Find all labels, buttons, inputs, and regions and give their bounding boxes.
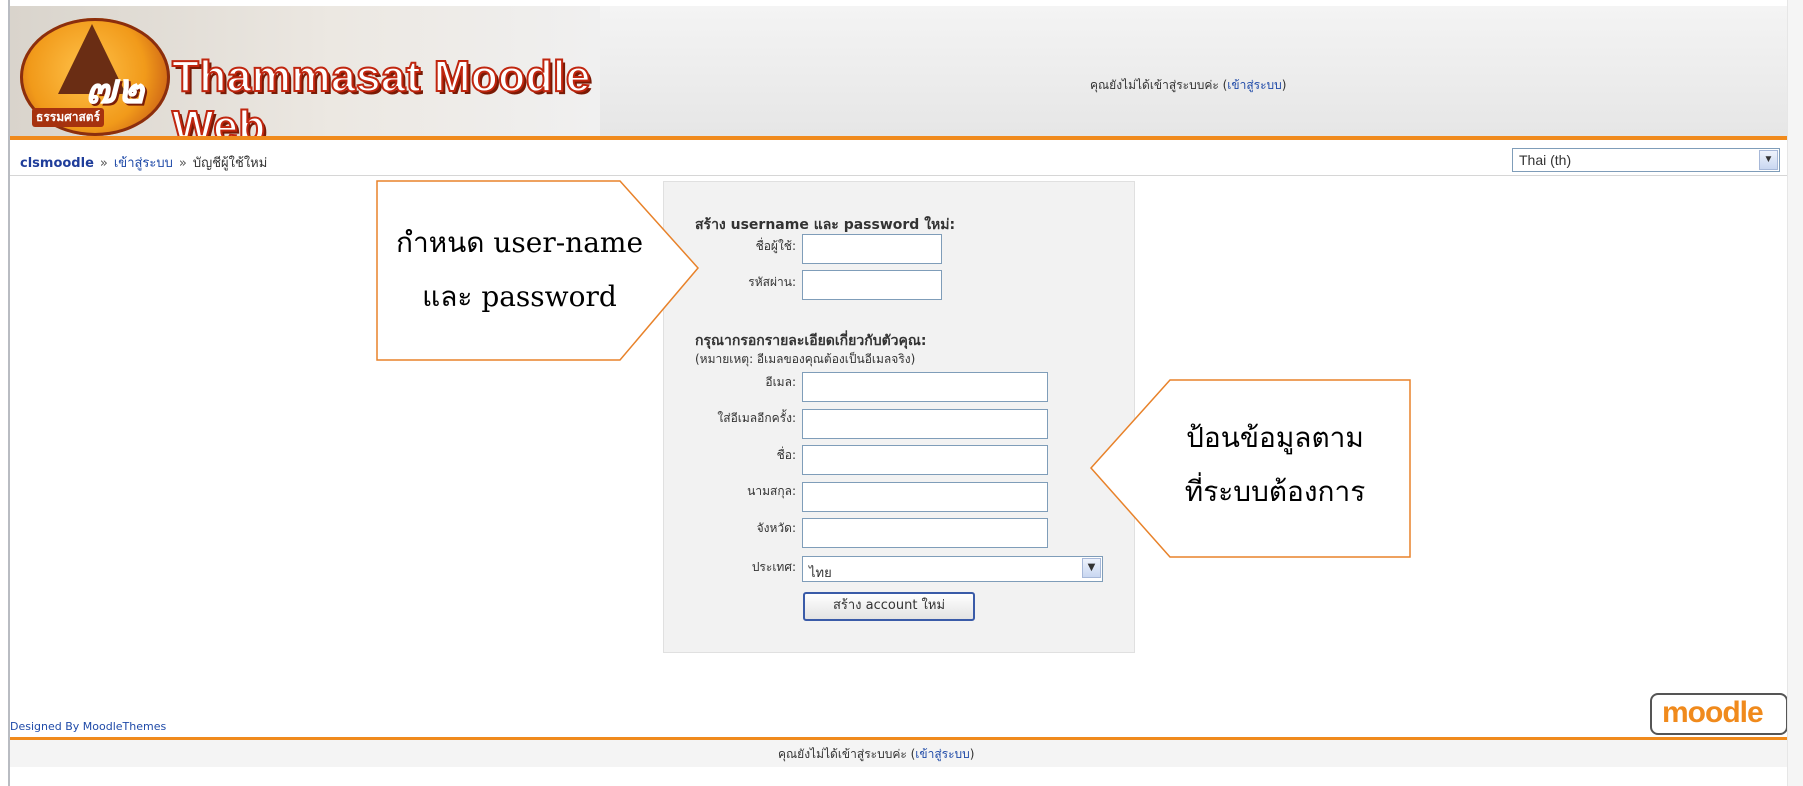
- email-again-input[interactable]: [802, 409, 1048, 439]
- site-title[interactable]: Thammasat Moodle Web: [171, 51, 600, 136]
- footer-login-link[interactable]: เข้าสู่ระบบ: [915, 747, 970, 761]
- email-label: อีเมล:: [765, 375, 796, 389]
- email-input[interactable]: [802, 372, 1048, 402]
- left-callout-line1: กำหนด user-name: [395, 226, 644, 259]
- firstname-input[interactable]: [802, 445, 1048, 475]
- logo-subtext: ธรรมศาสตร์: [32, 108, 105, 127]
- details-note: (หมายเหตุ: อีเมลของคุณต้องเป็นอีเมลจริง): [695, 352, 916, 366]
- site-header: ๗๒ ธรรมศาสตร์ Thammasat Moodle Web คุณยั…: [10, 6, 1787, 140]
- username-input[interactable]: [802, 234, 942, 264]
- country-select[interactable]: ไทย ▼: [802, 556, 1103, 582]
- country-label: ประเทศ:: [751, 560, 796, 574]
- chevron-down-icon[interactable]: ▼: [1082, 558, 1101, 578]
- left-callout-text: กำหนด user-name และ password: [377, 216, 662, 324]
- account-section-title: สร้าง username และ password ใหม่:: [695, 217, 956, 233]
- right-callout-line2: ที่ระบบต้องการ: [1184, 475, 1366, 508]
- lastname-input[interactable]: [802, 482, 1048, 512]
- header-login-link[interactable]: เข้าสู่ระบบ: [1227, 78, 1282, 92]
- firstname-label: ชื่อ:: [776, 448, 796, 462]
- breadcrumb-login[interactable]: เข้าสู่ระบบ: [114, 156, 173, 171]
- password-input[interactable]: [802, 270, 942, 300]
- signup-form: สร้าง username และ password ใหม่: ชื่อผู…: [663, 181, 1135, 653]
- chevron-down-icon[interactable]: ▼: [1759, 150, 1778, 170]
- designed-by-link[interactable]: Designed By MoodleThemes: [10, 720, 166, 733]
- breadcrumb-home[interactable]: clsmoodle: [20, 156, 94, 171]
- navbar: clsmoodle » เข้าสู่ระบบ » บัญชีผู้ใช้ใหม่ Th…: [10, 146, 1787, 176]
- moodle-logo[interactable]: moodle: [1650, 693, 1788, 735]
- create-account-button[interactable]: สร้าง account ใหม่: [803, 592, 975, 621]
- language-select[interactable]: Thai (th) ▼: [1512, 148, 1780, 172]
- login-status-text: คุณยังไม่ได้เข้าสู่ระบบค่ะ (: [1090, 78, 1228, 92]
- login-status-close: ): [969, 747, 975, 761]
- details-section-title: กรุณากรอกรายละเอียดเกี่ยวกับตัวคุณ:: [695, 333, 927, 349]
- right-callout-line1: ป้อนข้อมูลตาม: [1186, 421, 1364, 454]
- footer-login-status: คุณยังไม่ได้เข้าสู่ระบบค่ะ (เข้าสู่ระบบ): [778, 745, 974, 764]
- left-callout-line2: และ password: [422, 280, 617, 313]
- breadcrumb: clsmoodle » เข้าสู่ระบบ » บัญชีผู้ใช้ใหม่: [20, 152, 267, 173]
- login-status-text: คุณยังไม่ได้เข้าสู่ระบบค่ะ (: [778, 747, 916, 761]
- breadcrumb-separator: »: [99, 156, 108, 171]
- username-label: ชื่อผู้ใช้:: [755, 239, 796, 253]
- city-input[interactable]: [802, 518, 1048, 548]
- header-banner-image: ๗๒ ธรรมศาสตร์ Thammasat Moodle Web: [10, 6, 600, 136]
- breadcrumb-current: บัญชีผู้ใช้ใหม่: [192, 156, 268, 171]
- lastname-label: นามสกุล:: [747, 484, 796, 498]
- footer-bar: คุณยังไม่ได้เข้าสู่ระบบค่ะ (เข้าสู่ระบบ): [10, 737, 1787, 767]
- country-select-value: ไทย: [809, 566, 832, 581]
- breadcrumb-separator: »: [178, 156, 187, 171]
- header-login-status: คุณยังไม่ได้เข้าสู่ระบบค่ะ (เข้าสู่ระบบ): [1090, 76, 1286, 95]
- right-callout-text: ป้อนข้อมูลตาม ที่ระบบต้องการ: [1140, 411, 1410, 519]
- city-label: จังหวัด:: [756, 521, 796, 535]
- login-status-close: ): [1281, 78, 1287, 92]
- vertical-scrollbar[interactable]: [1787, 0, 1803, 786]
- password-label: รหัสผ่าน:: [748, 275, 796, 289]
- email-again-label: ใส่อีเมลอีกครั้ง:: [717, 411, 796, 425]
- language-select-value: Thai (th): [1519, 152, 1572, 168]
